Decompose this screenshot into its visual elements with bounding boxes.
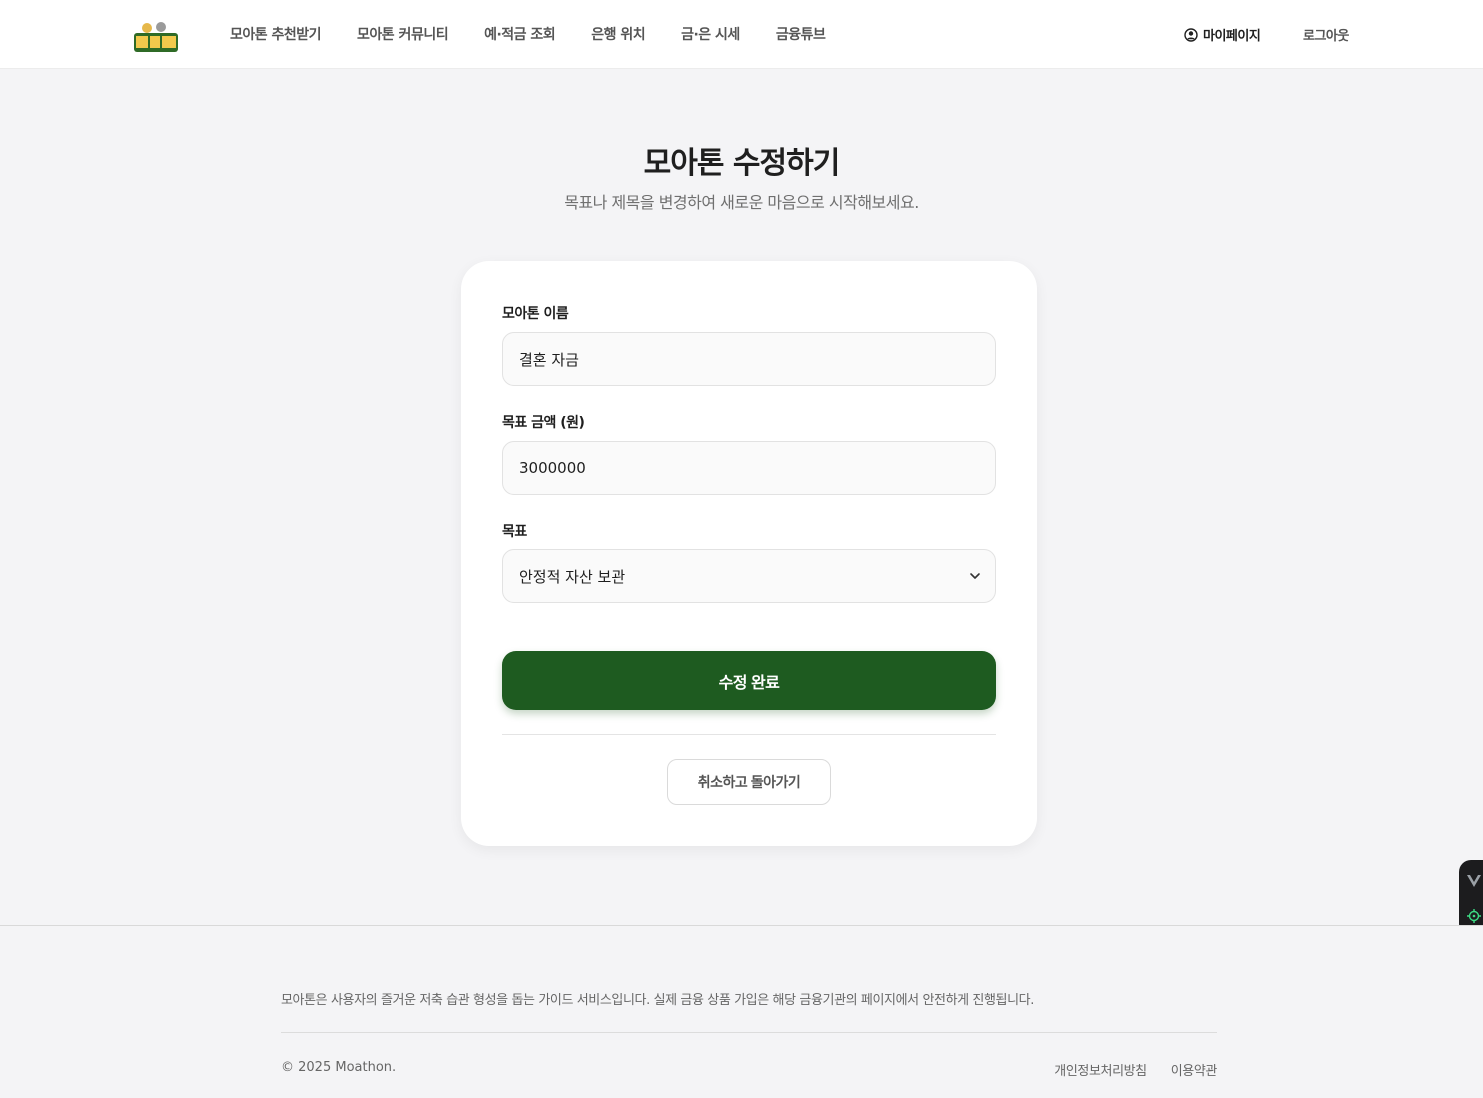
- nav-finance-tube[interactable]: 금융튜브: [776, 24, 826, 44]
- amount-input[interactable]: 3000000: [502, 441, 996, 495]
- goal-select[interactable]: 안정적 자산 보관: [502, 549, 996, 603]
- top-header: 모아톤 추천받기 모아톤 커뮤니티 예·적금 조회 은행 위치 금·은 시세 금…: [0, 0, 1483, 69]
- page-footer: 모아톤은 사용자의 즐거운 저축 습관 형성을 돕는 가이드 서비스입니다. 실…: [0, 925, 1483, 1098]
- nav-gold-silver-price[interactable]: 금·은 시세: [681, 24, 740, 44]
- mypage-label: 마이페이지: [1203, 29, 1261, 44]
- logout-button[interactable]: 로그아웃: [1303, 25, 1349, 44]
- user-circle-icon: [1184, 27, 1198, 42]
- terms-link[interactable]: 이용약관: [1171, 1060, 1218, 1079]
- chevron-down-icon: [970, 573, 980, 579]
- footer-divider: [281, 1032, 1217, 1033]
- copyright: © 2025 Moathon.: [281, 1060, 397, 1075]
- privacy-policy-link[interactable]: 개인정보처리방침: [1054, 1060, 1147, 1079]
- page-subtitle: 목표나 제목을 변경하여 새로운 마음으로 시작해보세요.: [564, 193, 919, 212]
- footer-links: 개인정보처리방침 이용약관: [1030, 1060, 1217, 1079]
- cancel-button[interactable]: 취소하고 돌아가기: [667, 759, 831, 805]
- name-input[interactable]: 결혼 자금: [502, 332, 996, 386]
- nav-deposit-search[interactable]: 예·적금 조회: [484, 24, 556, 44]
- submit-button[interactable]: 수정 완료: [502, 651, 996, 710]
- nav-recommend[interactable]: 모아톤 추천받기: [230, 24, 322, 44]
- main-nav: 모아톤 추천받기 모아톤 커뮤니티 예·적금 조회 은행 위치 금·은 시세 금…: [230, 24, 861, 44]
- nav-bank-location[interactable]: 은행 위치: [591, 24, 645, 44]
- name-label: 모아톤 이름: [502, 306, 569, 322]
- goal-label: 목표: [502, 524, 527, 540]
- vue-devtools-icon[interactable]: [1467, 875, 1481, 887]
- mypage-link[interactable]: 마이페이지: [1184, 25, 1261, 44]
- logo-icon[interactable]: [133, 20, 179, 54]
- amount-label: 목표 금액 (원): [502, 415, 585, 431]
- nav-community[interactable]: 모아톤 커뮤니티: [357, 24, 449, 44]
- page-title: 모아톤 수정하기: [643, 146, 841, 181]
- goal-select-value: 안정적 자산 보관: [519, 567, 626, 586]
- footer-description: 모아톤은 사용자의 즐거운 저축 습관 형성을 돕는 가이드 서비스입니다. 실…: [281, 993, 1034, 1008]
- edit-form-card: 모아톤 이름 결혼 자금 목표 금액 (원) 3000000 목표 안정적 자산…: [461, 261, 1037, 846]
- name-input-value: 결혼 자금: [519, 350, 579, 369]
- form-divider: [502, 734, 996, 735]
- target-icon[interactable]: [1467, 909, 1481, 923]
- amount-input-value: 3000000: [519, 459, 586, 477]
